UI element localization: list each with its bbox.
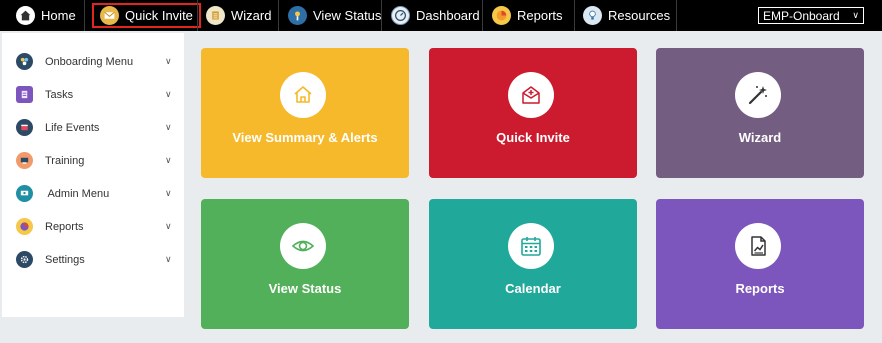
sidebar-item-label: Life Events [45, 121, 100, 134]
chevron-down-icon: ∨ [852, 10, 859, 20]
training-icon [16, 152, 33, 169]
nav-divider [84, 0, 85, 31]
sidebar-item-label: Settings [45, 253, 85, 266]
tasks-icon [16, 86, 33, 103]
eye-icon [280, 223, 326, 269]
onboarding-icon [16, 53, 33, 70]
tile-reports[interactable]: Reports [656, 199, 864, 329]
tile-label: View Summary & Alerts [232, 130, 378, 145]
nav-dashboard-label: Dashboard [416, 8, 480, 23]
home-icon [16, 6, 35, 25]
nav-resources[interactable]: Resources [583, 0, 670, 31]
tile-view-status[interactable]: View Status [201, 199, 409, 329]
nav-reports[interactable]: Reports [492, 0, 563, 31]
sidebar-item-admin-menu[interactable]: Admin Menu ∨ [2, 177, 184, 210]
resources-icon [583, 6, 602, 25]
sidebar-item-label: Onboarding Menu [45, 55, 134, 68]
nav-view-status[interactable]: View Status [288, 0, 381, 31]
sidebar-item-label: Admin Menu [45, 187, 110, 200]
nav-divider [197, 0, 198, 31]
nav-divider [278, 0, 279, 31]
tile-label: Reports [735, 281, 785, 296]
envelope-plus-icon [508, 72, 554, 118]
sidebar: Onboarding Menu ∨ Tasks ∨ Life Events ∨ … [2, 33, 184, 317]
tile-view-summary-alerts[interactable]: View Summary & Alerts [201, 48, 409, 178]
sidebar-item-tasks[interactable]: Tasks ∨ [2, 78, 184, 111]
sidebar-item-training[interactable]: Training ∨ [2, 144, 184, 177]
nav-divider [676, 0, 677, 31]
tile-label: View Status [268, 281, 342, 296]
tile-label: Quick Invite [496, 130, 570, 145]
nav-wizard[interactable]: Wizard [206, 0, 271, 31]
sidebar-item-label: Training [45, 154, 85, 167]
chart-report-icon [735, 223, 781, 269]
sidebar-item-settings[interactable]: Settings ∨ [2, 243, 184, 276]
chevron-down-icon: ∨ [165, 89, 172, 99]
reports-icon [16, 218, 33, 235]
dashboard-icon [391, 6, 410, 25]
life-events-icon [16, 119, 33, 136]
tile-calendar[interactable]: Calendar [429, 199, 637, 329]
sidebar-item-life-events[interactable]: Life Events ∨ [2, 111, 184, 144]
calendar-icon [508, 223, 554, 269]
tile-quick-invite[interactable]: Quick Invite [429, 48, 637, 178]
nav-divider [381, 0, 382, 31]
tile-label: Wizard [738, 130, 782, 145]
nav-quick-invite[interactable]: Quick Invite [100, 0, 193, 31]
chevron-down-icon: ∨ [165, 254, 172, 264]
nav-home-label: Home [41, 8, 76, 23]
status-icon [288, 6, 307, 25]
sidebar-item-label: Reports [45, 220, 84, 233]
sidebar-item-reports[interactable]: Reports ∨ [2, 210, 184, 243]
reports-icon [492, 6, 511, 25]
magic-wand-icon [735, 72, 781, 118]
role-select-value: EMP-Onboard [763, 8, 840, 23]
tile-label: Calendar [505, 281, 561, 296]
wizard-icon [206, 6, 225, 25]
chevron-down-icon: ∨ [165, 188, 172, 198]
nav-divider [574, 0, 575, 31]
nav-wizard-label: Wizard [231, 8, 272, 23]
sidebar-item-onboarding-menu[interactable]: Onboarding Menu ∨ [2, 45, 184, 78]
admin-icon [16, 185, 33, 202]
nav-view-status-label: View Status [313, 8, 382, 23]
tile-wizard[interactable]: Wizard [656, 48, 864, 178]
nav-reports-label: Reports [517, 8, 563, 23]
role-select[interactable]: EMP-Onboard ∨ [758, 7, 864, 24]
sidebar-item-label: Tasks [45, 88, 74, 101]
chevron-down-icon: ∨ [165, 122, 172, 132]
home-icon [280, 72, 326, 118]
nav-divider [482, 0, 483, 31]
nav-dashboard[interactable]: Dashboard [391, 0, 480, 31]
nav-home[interactable]: Home [16, 0, 76, 31]
top-navigation-bar: Home Quick Invite Wizard View Status Das… [0, 0, 882, 31]
nav-resources-label: Resources [608, 8, 671, 23]
envelope-icon [100, 6, 119, 25]
chevron-down-icon: ∨ [165, 221, 172, 231]
nav-quick-invite-label: Quick Invite [125, 8, 193, 23]
chevron-down-icon: ∨ [165, 56, 172, 66]
settings-icon [16, 251, 33, 268]
chevron-down-icon: ∨ [165, 155, 172, 165]
